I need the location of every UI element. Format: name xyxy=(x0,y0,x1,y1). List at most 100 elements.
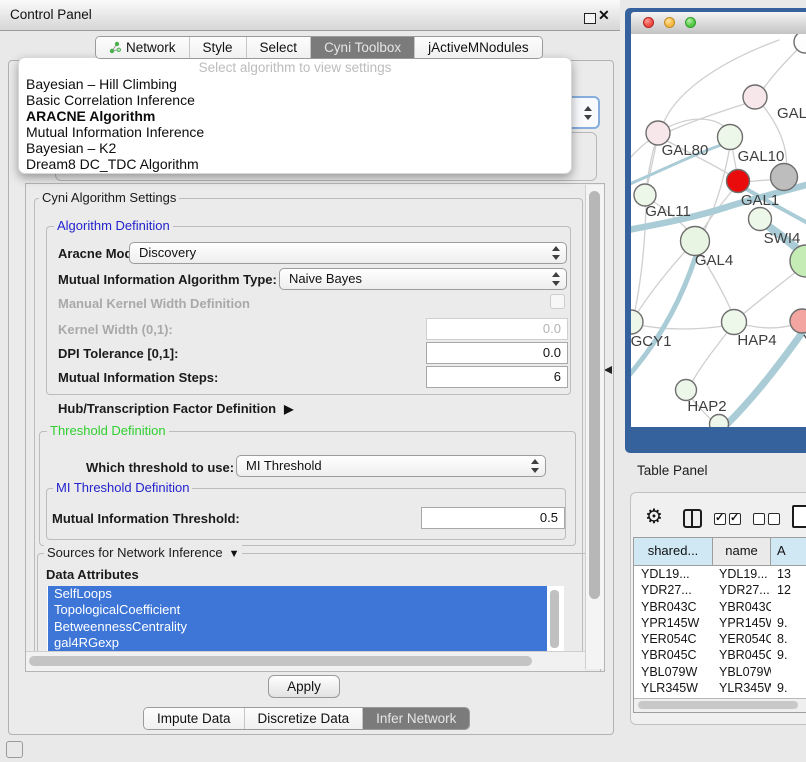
tab-discretize-data[interactable]: Discretize Data xyxy=(244,708,363,729)
kernel-width-field[interactable]: 0.0 xyxy=(426,318,568,340)
apply-button[interactable]: Apply xyxy=(268,675,340,698)
network-edge xyxy=(661,40,779,130)
table-row[interactable]: YBR043CYBR043C xyxy=(634,599,806,615)
manual-kernel-label: Manual Kernel Width Definition xyxy=(58,296,250,311)
tab-jactivemnodules[interactable]: jActiveMNodules xyxy=(414,37,542,58)
tab-infer-network[interactable]: Infer Network xyxy=(362,708,469,729)
gear-icon[interactable]: ⚙ xyxy=(645,505,663,529)
application-window: Control Panel ✕ NetworkStyleSelectCyni T… xyxy=(0,0,806,762)
sources-toggle[interactable]: Sources for Network Inference▼ xyxy=(44,545,242,560)
table-cell: YER054C xyxy=(634,631,713,647)
table-horizontal-scrollbar[interactable] xyxy=(634,698,806,712)
panel-dock-icon[interactable] xyxy=(6,741,23,758)
scrollbar-thumb[interactable] xyxy=(589,191,600,599)
table-row[interactable]: YPR145WYPR145W9. xyxy=(634,615,806,631)
network-node-gal1[interactable] xyxy=(727,170,750,193)
table-cell: 8. xyxy=(771,631,806,647)
float-window-icon[interactable] xyxy=(584,13,596,24)
settings-horizontal-scrollbar[interactable] xyxy=(26,651,585,671)
node-label: HAP4 xyxy=(737,332,776,349)
attribute-list-item[interactable]: TopologicalCoefficient xyxy=(48,602,547,618)
dpi-tolerance-field[interactable]: 0.0 xyxy=(426,342,568,364)
mi-threshold-field[interactable]: 0.5 xyxy=(421,507,565,529)
algorithm-option[interactable]: Mutual Information Inference xyxy=(23,124,567,140)
tab-network[interactable]: Network xyxy=(96,37,189,58)
split-columns-icon[interactable] xyxy=(683,509,702,528)
tab-label: Infer Network xyxy=(376,711,456,726)
attribute-list-item[interactable]: SelfLoops xyxy=(48,586,547,602)
table-row[interactable]: YDL19...YDL19...13 xyxy=(634,566,806,582)
scrollbar-thumb[interactable] xyxy=(638,701,798,709)
combo-stepper-icon xyxy=(552,246,561,260)
attribute-list-item[interactable]: gal4RGexp xyxy=(48,635,547,651)
cyni-settings-scrollpane: Cyni Algorithm Settings Algorithm Defini… xyxy=(25,183,605,672)
table-row[interactable]: YLR345WYLR345W9. xyxy=(634,680,806,696)
column-header[interactable]: name xyxy=(713,538,771,565)
table-cell: YBR043C xyxy=(634,599,713,615)
network-canvas[interactable]: GALGAL80GAL10GAL1GAL11SWI4GAL4GCY1HAP4YH… xyxy=(631,34,806,427)
checked-checkbox-icon[interactable] xyxy=(714,513,726,525)
network-node-swi4[interactable] xyxy=(749,208,772,231)
tab-impute-data[interactable]: Impute Data xyxy=(144,708,244,729)
zoom-traffic-light[interactable] xyxy=(685,17,696,28)
document-icon[interactable] xyxy=(792,505,806,528)
mi-type-label: Mutual Information Algorithm Type: xyxy=(58,272,277,287)
mi-steps-label: Mutual Information Steps: xyxy=(58,370,218,385)
attribute-list-item[interactable]: BetweennessCentrality xyxy=(48,619,547,635)
tab-style[interactable]: Style xyxy=(189,37,246,58)
node-attribute-table: shared...nameA YDL19...YDL19...13YDR27..… xyxy=(633,537,806,713)
combo-stepper-icon xyxy=(584,106,593,120)
tab-label: Network xyxy=(126,40,176,55)
list-scrollbar[interactable] xyxy=(550,590,559,648)
network-window-titlebar[interactable] xyxy=(631,12,806,35)
column-header[interactable]: shared... xyxy=(634,538,713,565)
algorithm-option[interactable]: Bayesian – K2 xyxy=(23,140,567,156)
algorithm-option[interactable]: Bayesian – Hill Climbing xyxy=(23,76,567,92)
network-view-window[interactable]: GALGAL80GAL10GAL1GAL11SWI4GAL4GCY1HAP4YH… xyxy=(625,8,806,453)
unchecked-checkbox-icon[interactable] xyxy=(753,513,765,525)
tab-label: Impute Data xyxy=(157,711,231,726)
close-traffic-light[interactable] xyxy=(643,17,654,28)
aracne-mode-combobox[interactable]: Discovery xyxy=(129,242,567,264)
network-node-hap4[interactable] xyxy=(722,310,747,335)
which-threshold-combobox[interactable]: MI Threshold xyxy=(236,455,546,477)
checked-checkbox-icon[interactable] xyxy=(729,513,741,525)
table-row[interactable]: YDR27...YDR27...12 xyxy=(634,582,806,598)
settings-vertical-scrollbar[interactable] xyxy=(585,185,604,669)
scrollbar-thumb[interactable] xyxy=(29,656,532,666)
control-panel-tabs: Network Style Select Cyni ToolboxjActiveMNo… xyxy=(95,36,543,59)
node-label: HAP2 xyxy=(687,398,726,415)
table-cell: YLR345W xyxy=(634,680,713,696)
network-node-gal10[interactable] xyxy=(718,125,743,150)
table-row[interactable]: YBL079WYBL079W xyxy=(634,664,806,680)
network-node-gcy1[interactable] xyxy=(631,310,643,334)
hub-definition-toggle[interactable]: Hub/Transcription Factor Definition▶ xyxy=(58,401,293,416)
tab-label: Select xyxy=(260,40,298,55)
table-row[interactable]: YBR045CYBR045C9. xyxy=(634,647,806,663)
network-node-gal[interactable] xyxy=(743,85,767,109)
network-node[interactable] xyxy=(771,164,798,191)
unchecked-checkbox-icon[interactable] xyxy=(768,513,780,525)
network-node-y[interactable] xyxy=(790,309,806,333)
tab-select[interactable]: Select xyxy=(246,37,311,58)
mi-type-combobox[interactable]: Naive Bayes xyxy=(279,268,567,290)
close-icon[interactable]: ✕ xyxy=(598,7,610,24)
manual-kernel-checkbox[interactable] xyxy=(550,294,565,309)
table-row[interactable]: YER054CYER054C8. xyxy=(634,631,806,647)
algorithm-option[interactable]: Dream8 DC_TDC Algorithm xyxy=(23,156,567,172)
network-node[interactable] xyxy=(710,415,729,428)
threshold-definition-title: Threshold Definition xyxy=(47,423,169,438)
node-label: GAL11 xyxy=(645,203,691,220)
collapsed-arrow-icon: ▶ xyxy=(284,402,293,416)
table-panel-title: Table Panel xyxy=(637,463,708,478)
tab-cyni-toolbox[interactable]: Cyni Toolbox xyxy=(310,37,414,58)
column-header[interactable]: A xyxy=(771,538,806,565)
mi-steps-field[interactable]: 6 xyxy=(426,366,568,388)
kernel-width-label: Kernel Width (0,1): xyxy=(58,322,173,337)
algorithm-option[interactable]: ARACNE Algorithm xyxy=(23,108,567,124)
table-cell: YDL19... xyxy=(713,566,771,582)
minimize-traffic-light[interactable] xyxy=(664,17,675,28)
algorithm-option[interactable]: Basic Correlation Inference xyxy=(23,92,567,108)
network-node[interactable] xyxy=(794,34,806,53)
group-title: Cyni Algorithm Settings xyxy=(39,190,179,205)
